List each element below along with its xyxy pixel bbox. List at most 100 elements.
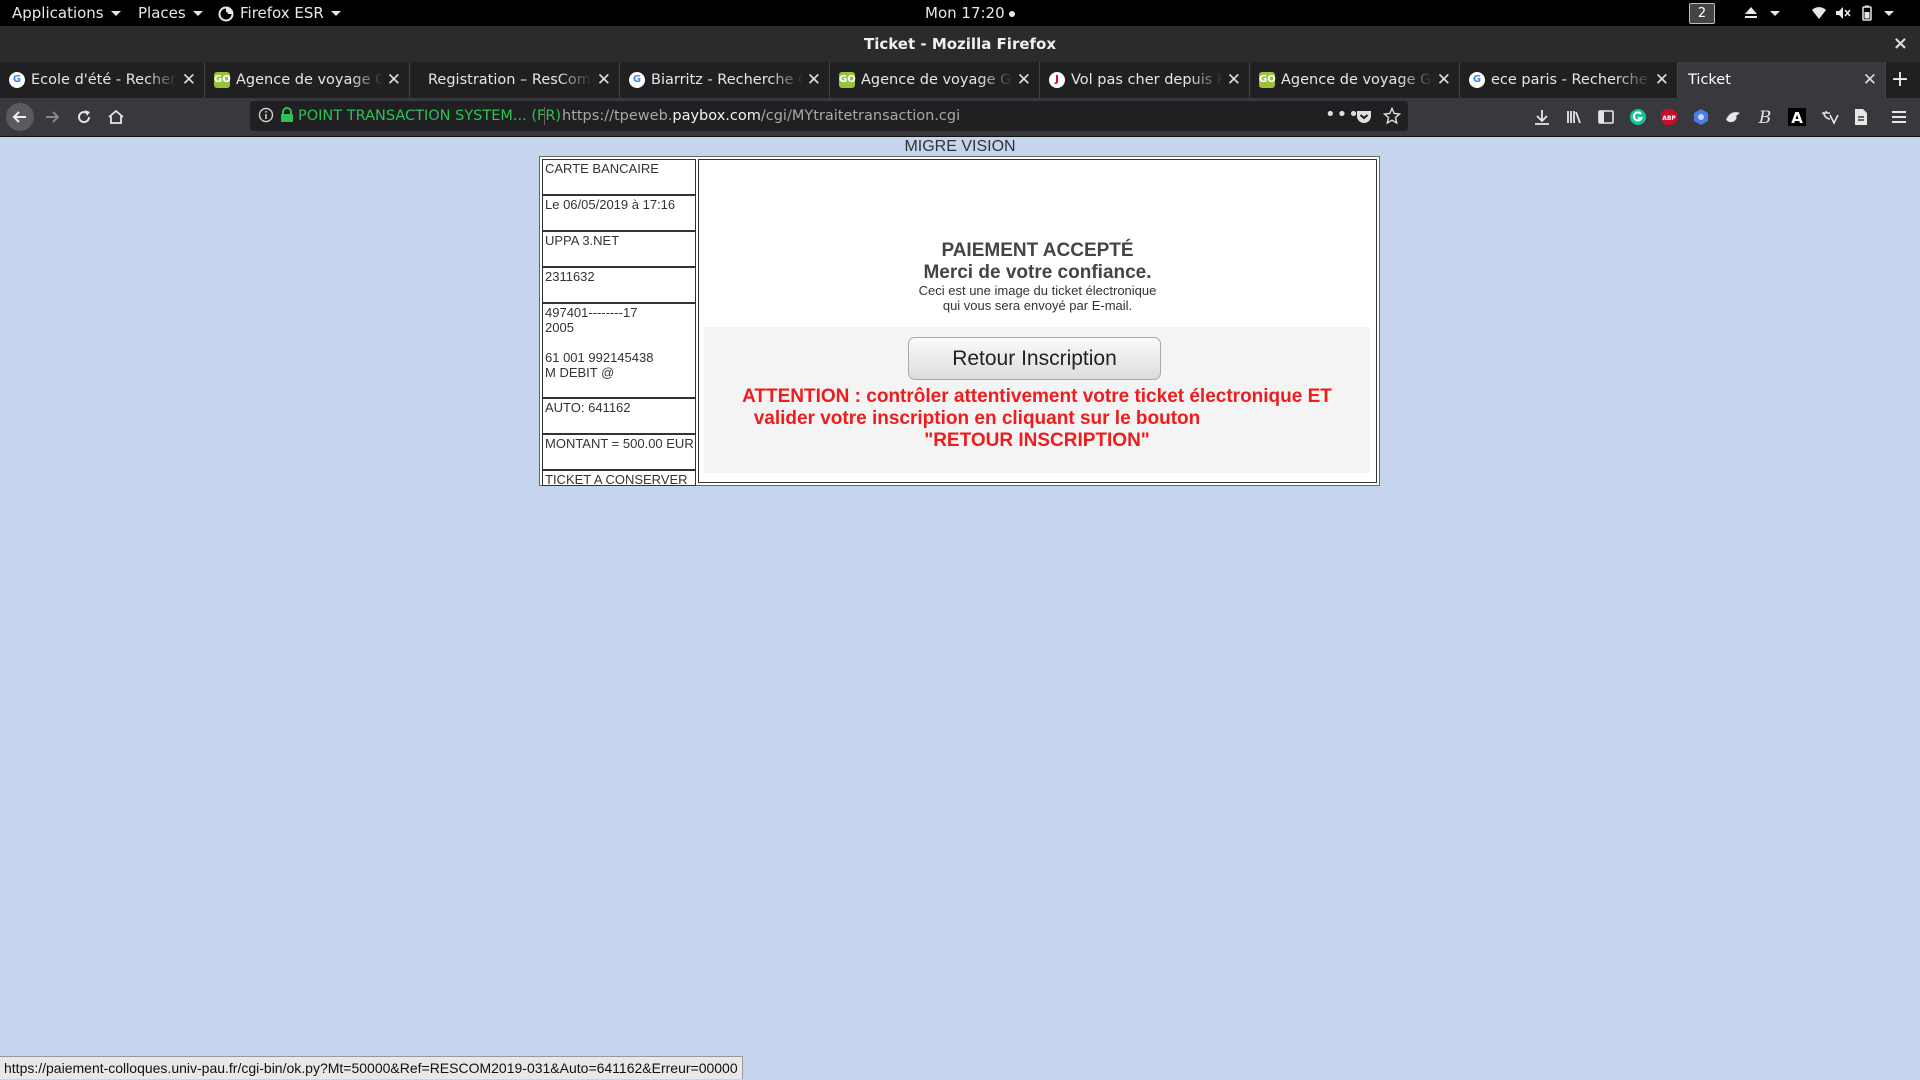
tab-label: Agence de voyage GO Voyages bbox=[236, 72, 383, 88]
window-close-button[interactable]: × bbox=[1893, 26, 1908, 62]
navigation-toolbar: POINT TRANSACTION SYSTEM... (FR) https:/… bbox=[0, 98, 1920, 137]
pocket-icon[interactable] bbox=[1355, 107, 1373, 125]
wifi-icon[interactable] bbox=[1810, 4, 1828, 22]
font-a-icon[interactable]: A bbox=[1787, 107, 1807, 127]
close-icon[interactable]: ✕ bbox=[182, 62, 196, 98]
extension-badge-icon[interactable] bbox=[1691, 107, 1711, 127]
firefox-icon bbox=[218, 6, 234, 21]
chevron-down-icon bbox=[330, 11, 341, 16]
tab-ecole-ete[interactable]: G Ecole d'été - Recherche ✕ bbox=[0, 62, 205, 98]
lock-icon[interactable] bbox=[280, 107, 294, 123]
bookmark-star-icon[interactable] bbox=[1383, 107, 1401, 125]
tab-biarritz[interactable]: G Biarritz - Recherche Google ✕ bbox=[620, 62, 830, 98]
thanks-message: Merci de votre confiance. bbox=[923, 262, 1152, 283]
url-path: /cgi/MYtraitetransaction.cgi bbox=[760, 108, 961, 124]
ticket-card-number: 497401--------17 bbox=[545, 305, 638, 320]
battery-icon[interactable] bbox=[1858, 4, 1876, 22]
payment-accepted-heading: PAIEMENT ACCEPTÉ bbox=[941, 240, 1134, 261]
close-icon[interactable]: ✕ bbox=[807, 62, 821, 98]
tab-go-voyages-1[interactable]: GO Agence de voyage GO Voyages ✕ bbox=[205, 62, 410, 98]
chevron-down-icon[interactable] bbox=[1766, 4, 1780, 22]
library-icon[interactable] bbox=[1564, 107, 1584, 127]
chevron-down-icon[interactable] bbox=[1880, 4, 1894, 22]
ticket-expiry: 2005 bbox=[545, 320, 574, 335]
new-tab-button[interactable]: + bbox=[1886, 62, 1914, 98]
tab-vol-pas-cher[interactable]: J Vol pas cher depuis Paris ✕ bbox=[1040, 62, 1250, 98]
close-icon[interactable]: ✕ bbox=[1863, 62, 1877, 98]
url-bar[interactable]: POINT TRANSACTION SYSTEM... (FR) https:/… bbox=[250, 101, 1408, 131]
ticket-terminal: 61 001 992145438 bbox=[545, 350, 654, 365]
chevron-down-icon bbox=[192, 11, 203, 16]
notification-dot-icon bbox=[1008, 10, 1015, 17]
go-voyages-icon: GO bbox=[1259, 72, 1276, 88]
hamburger-menu-icon[interactable] bbox=[1889, 107, 1909, 127]
ticket-card-type: CARTE BANCAIRE bbox=[542, 159, 696, 195]
firefox-app-menu[interactable]: Firefox ESR bbox=[218, 0, 341, 26]
url-separator bbox=[544, 107, 545, 125]
url-text[interactable]: https://tpeweb.paybox.com/cgi/MYtraitetr… bbox=[562, 101, 960, 131]
back-button[interactable] bbox=[6, 103, 34, 131]
close-icon[interactable]: ✕ bbox=[597, 62, 611, 98]
google-icon: G bbox=[1469, 72, 1485, 88]
forward-arrow-icon bbox=[46, 111, 60, 123]
applications-menu[interactable]: Applications bbox=[12, 0, 121, 26]
payment-ticket-frame: CARTE BANCAIRE Le 06/05/2019 à 17:16 UPP… bbox=[539, 156, 1380, 486]
go-voyages-icon: GO bbox=[839, 72, 856, 88]
reader-notes-icon[interactable] bbox=[1851, 107, 1871, 127]
bird-extension-icon[interactable] bbox=[1723, 107, 1743, 127]
svg-text:ABP: ABP bbox=[1662, 115, 1676, 122]
close-icon[interactable]: ✕ bbox=[1655, 62, 1669, 98]
tab-ticket[interactable]: Ticket ✕ bbox=[1678, 62, 1886, 98]
ticket-shop: UPPA 3.NET bbox=[542, 231, 696, 267]
tab-label: Vol pas cher depuis Paris bbox=[1071, 72, 1223, 88]
ticket-keep-notice: TICKET A CONSERVER bbox=[542, 470, 696, 486]
tab-label: Biarritz - Recherche Google bbox=[651, 72, 803, 88]
info-icon[interactable] bbox=[258, 107, 274, 123]
ticket-image-note: Ceci est une image du ticket électroniqu… bbox=[918, 283, 1157, 298]
forward-button[interactable] bbox=[38, 103, 66, 131]
tab-ece-paris[interactable]: G ece paris - Recherche Google ✕ bbox=[1460, 62, 1678, 98]
eject-icon[interactable] bbox=[1742, 4, 1760, 22]
tab-label: Registration – ResCom Summer bbox=[428, 72, 593, 88]
close-icon[interactable]: ✕ bbox=[1227, 62, 1241, 98]
script-b-icon[interactable]: B bbox=[1755, 107, 1775, 127]
reload-button[interactable] bbox=[70, 103, 98, 131]
ticket-shop-id: 2311632 bbox=[542, 267, 696, 303]
sidebar-icon[interactable] bbox=[1596, 107, 1616, 127]
close-icon[interactable]: ✕ bbox=[1437, 62, 1451, 98]
google-icon: G bbox=[9, 72, 25, 88]
retour-inscription-button[interactable]: Retour Inscription bbox=[908, 337, 1161, 380]
window-title-bar: Ticket - Mozilla Firefox × bbox=[0, 26, 1920, 62]
volume-muted-icon[interactable] bbox=[1834, 4, 1852, 22]
clock[interactable]: Mon 17:20 bbox=[925, 0, 1015, 26]
tab-label: ece paris - Recherche Google bbox=[1491, 72, 1651, 88]
svg-text:B: B bbox=[1758, 108, 1772, 127]
window-title: Ticket - Mozilla Firefox bbox=[863, 35, 1057, 53]
ticket-card-details: 497401--------17 2005 61 001 992145438 M… bbox=[542, 303, 696, 398]
tab-go-voyages-3[interactable]: GO Agence de voyage GO Voyages ✕ bbox=[1250, 62, 1460, 98]
home-button[interactable] bbox=[102, 103, 130, 131]
ticket-email-note: qui vous sera envoyé par E-mail. bbox=[942, 298, 1133, 313]
site-identity-label[interactable]: POINT TRANSACTION SYSTEM... (FR) bbox=[298, 101, 561, 131]
applications-label: Applications bbox=[12, 4, 104, 22]
ticket-receipt: CARTE BANCAIRE Le 06/05/2019 à 17:16 UPP… bbox=[542, 159, 696, 486]
reload-icon bbox=[78, 110, 91, 124]
ticket-debit: M DEBIT @ bbox=[545, 365, 615, 380]
workspace-indicator[interactable]: 2 bbox=[1689, 3, 1715, 24]
tab-go-voyages-2[interactable]: GO Agence de voyage GO Voyages ✕ bbox=[830, 62, 1040, 98]
places-label: Places bbox=[138, 4, 186, 22]
tab-registration-rescom[interactable]: Registration – ResCom Summer ✕ bbox=[410, 62, 620, 98]
system-top-bar: Applications Places Firefox ESR Mon 17:2… bbox=[0, 0, 1920, 26]
close-icon[interactable]: ✕ bbox=[1017, 62, 1031, 98]
close-icon[interactable]: ✕ bbox=[387, 62, 401, 98]
translate-icon[interactable] bbox=[1819, 107, 1839, 127]
downloads-icon[interactable] bbox=[1532, 107, 1552, 127]
places-menu[interactable]: Places bbox=[138, 0, 203, 26]
warning-line-1: ATTENTION : contrôler attentivement votr… bbox=[742, 386, 1332, 407]
url-host: paybox.com bbox=[672, 108, 761, 124]
grammarly-icon[interactable] bbox=[1628, 107, 1648, 127]
chevron-down-icon bbox=[110, 11, 121, 16]
adblock-plus-icon[interactable]: ABP bbox=[1659, 107, 1679, 127]
home-icon bbox=[108, 109, 124, 124]
back-arrow-icon bbox=[12, 111, 26, 123]
